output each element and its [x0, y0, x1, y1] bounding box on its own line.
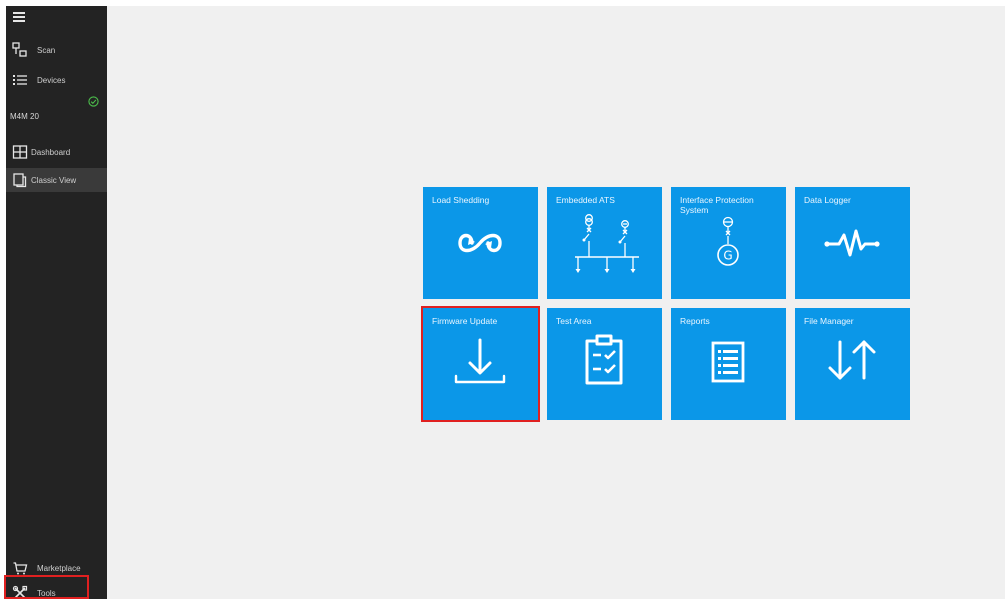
device-name[interactable]: M4M 20 — [10, 112, 39, 121]
main-content: Load Shedding Embedded ATS Interface Pro… — [107, 6, 1005, 599]
sidebar-item-label: Devices — [37, 75, 66, 85]
tile-embedded-ats[interactable]: Embedded ATS — [547, 187, 662, 299]
sidebar: Scan Devices M4M 20 Dashboard Classic Vi… — [6, 6, 107, 599]
sidebar-item-devices[interactable]: Devices — [6, 68, 107, 92]
tile-test-area[interactable]: Test Area — [547, 308, 662, 420]
pulse-icon — [824, 229, 880, 257]
cart-icon — [12, 560, 28, 576]
download-icon — [454, 338, 506, 384]
sidebar-item-scan[interactable]: Scan — [6, 38, 107, 62]
sidebar-item-dashboard[interactable]: Dashboard — [6, 140, 107, 164]
tile-reports[interactable]: Reports — [671, 308, 786, 420]
sidebar-item-classic-view[interactable]: Classic View — [6, 168, 107, 192]
document-icon — [12, 172, 28, 188]
tools-highlight-box — [4, 575, 89, 599]
menu-icon[interactable] — [13, 12, 25, 22]
infinity-cycle-icon — [458, 233, 502, 253]
tile-interface-protection-system[interactable]: Interface Protection System G — [671, 187, 786, 299]
report-list-icon — [711, 341, 745, 383]
tile-file-manager[interactable]: File Manager — [795, 308, 910, 420]
device-status-check-icon — [88, 94, 99, 107]
tile-data-logger[interactable]: Data Logger — [795, 187, 910, 299]
grid-icon — [12, 144, 28, 160]
sidebar-item-label: Scan — [37, 45, 56, 55]
list-icon — [12, 72, 28, 88]
generator-icon: G — [717, 216, 739, 266]
tile-firmware-update[interactable]: Firmware Update — [421, 306, 540, 422]
single-line-diagram-icon — [575, 214, 639, 273]
svg-text:G: G — [723, 249, 732, 263]
tile-load-shedding[interactable]: Load Shedding — [423, 187, 538, 299]
transfer-arrows-icon — [828, 340, 876, 380]
sidebar-item-label: Classic View — [31, 175, 77, 185]
sidebar-item-label: Dashboard — [31, 147, 71, 157]
scan-icon — [12, 42, 28, 58]
clipboard-check-icon — [585, 334, 623, 385]
sidebar-item-label: Marketplace — [37, 563, 81, 573]
